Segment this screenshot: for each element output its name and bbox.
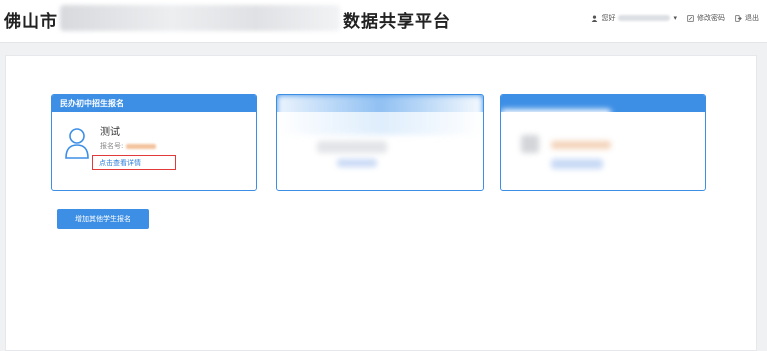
view-details-link[interactable]: 点击查看详情 [92,155,176,170]
user-area: 您好 ▾ 修改密码 退出 [591,13,759,23]
redacted-content [317,141,387,153]
chevron-down-icon: ▾ [673,14,677,22]
user-menu[interactable]: 您好 ▾ [591,13,677,23]
change-password-label: 修改密码 [697,14,725,22]
redacted-content [277,95,483,135]
registration-number-label: 报名号: [100,142,124,150]
redacted-registration-number [126,143,157,149]
change-password-link[interactable]: 修改密码 [687,13,725,23]
edit-icon [687,14,694,22]
logout-icon [735,14,742,22]
redacted-content [521,135,539,153]
redacted-card [276,94,484,191]
main-panel: 民办初中招生报名 测试 报名号: 点击查看详情 增加其他学生报名 [5,55,757,351]
top-bar: 佛山市 数据共享平台 您好 ▾ 修改密码 退出 [0,0,767,43]
redacted-title [60,5,340,31]
redacted-card [500,94,706,191]
user-greeting: 您好 [601,14,616,22]
site-title-suffix: 数据共享平台 [343,12,451,32]
logout-label: 退出 [745,14,759,22]
redacted-content [337,159,377,167]
student-name: 测试 [100,127,120,138]
add-student-registration-button[interactable]: 增加其他学生报名 [57,209,149,229]
site-title-prefix: 佛山市 [4,12,58,32]
card-header: 民办初中招生报名 [52,95,256,112]
user-icon [592,14,598,22]
registration-card: 民办初中招生报名 测试 报名号: 点击查看详情 [51,94,257,191]
registration-number: 报名号: [100,141,157,151]
redacted-content [551,141,611,149]
logout-link[interactable]: 退出 [735,13,759,23]
redacted-content [501,109,611,139]
user-avatar-icon [65,128,89,159]
redacted-username [618,15,671,21]
redacted-content [551,159,603,169]
